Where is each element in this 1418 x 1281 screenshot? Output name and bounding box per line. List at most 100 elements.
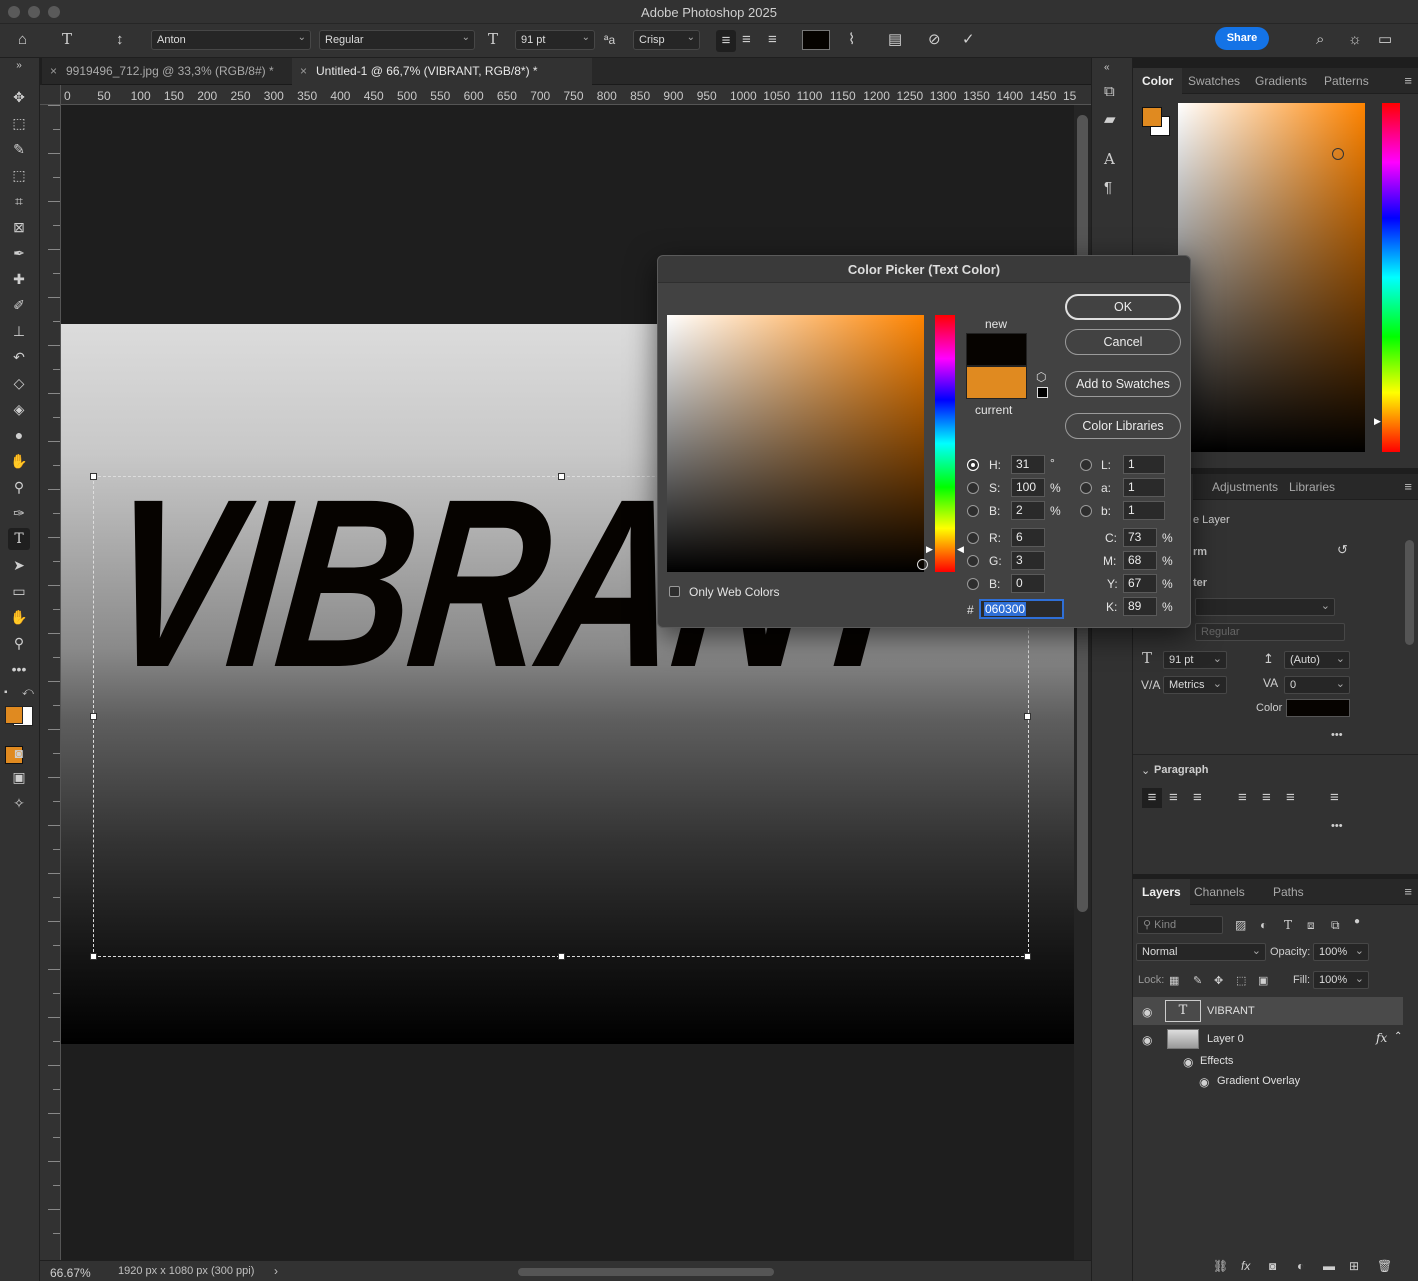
hue-field[interactable]: 31 — [1011, 455, 1045, 474]
quick-mask-icon[interactable]: ◙ — [8, 742, 30, 764]
lock-position-icon[interactable]: ✥ — [1214, 974, 1223, 989]
align-left-icon[interactable]: ≡ — [716, 30, 736, 52]
props-font-style-select[interactable]: Regular — [1195, 623, 1345, 641]
tab-document-2[interactable]: × Untitled-1 @ 66,7% (VIBRANT, RGB/8*) * — [292, 58, 592, 85]
green-radio[interactable] — [967, 555, 979, 567]
b-channel-radio[interactable] — [1080, 505, 1092, 517]
character-icon[interactable]: A — [1104, 152, 1115, 167]
justify-all-icon[interactable]: ≡ — [1330, 790, 1339, 805]
tab-adjustments[interactable]: Adjustments — [1203, 474, 1287, 500]
filter-shape-icon[interactable]: ⧈ — [1307, 918, 1315, 933]
web-safe-icon[interactable] — [1037, 387, 1048, 398]
new-layer-icon[interactable]: ⊞ — [1349, 1259, 1359, 1274]
path-selection-tool-icon[interactable]: ➤ — [8, 554, 30, 576]
eraser-tool-icon[interactable]: ◇ — [8, 372, 30, 394]
font-family-select[interactable]: Anton ⌄ — [151, 30, 311, 50]
type-tool-icon[interactable]: T — [8, 528, 30, 550]
props-color-swatch[interactable] — [1286, 699, 1350, 717]
filter-adjustment-icon[interactable]: ◐ — [1260, 918, 1267, 933]
kerning-field[interactable]: Metrics ⌄ — [1163, 676, 1227, 694]
close-icon[interactable]: × — [300, 58, 307, 85]
new-group-icon[interactable]: ▬ — [1323, 1259, 1335, 1274]
gamut-warning-icon[interactable]: ⬡ — [1036, 370, 1046, 384]
tab-paths[interactable]: Paths — [1264, 879, 1313, 905]
cyan-field[interactable]: 73 — [1123, 528, 1157, 547]
healing-brush-tool-icon[interactable]: ✚ — [8, 268, 30, 290]
panel-menu-icon[interactable]: ≡ — [1404, 884, 1412, 899]
properties-scrollbar-thumb[interactable] — [1405, 540, 1414, 645]
move-tool-icon[interactable]: ✥ — [8, 86, 30, 108]
close-icon[interactable]: × — [50, 58, 57, 85]
a-channel-field[interactable]: 1 — [1123, 478, 1165, 497]
add-to-swatches-button[interactable]: Add to Swatches — [1065, 371, 1181, 397]
screen-mode-icon[interactable]: ▣ — [8, 766, 30, 788]
saturation-brightness-field[interactable] — [667, 315, 928, 572]
red-radio[interactable] — [967, 532, 979, 544]
object-selection-tool-icon[interactable]: ⬚ — [8, 164, 30, 186]
status-menu-arrow[interactable]: › — [274, 1264, 278, 1278]
para-align-left-icon[interactable]: ≡ — [1142, 788, 1162, 808]
text-color-swatch[interactable] — [802, 30, 830, 50]
justify-right-icon[interactable]: ≡ — [1286, 790, 1295, 805]
add-mask-icon[interactable]: ◙ — [1269, 1259, 1276, 1274]
filter-smart-object-icon[interactable]: ⧉ — [1331, 918, 1340, 933]
character-more-button[interactable]: ••• — [1331, 729, 1343, 741]
visibility-eye-icon[interactable]: ◉ — [1199, 1075, 1209, 1089]
para-align-right-icon[interactable]: ≡ — [1193, 790, 1202, 805]
hue-slider[interactable] — [935, 315, 955, 572]
dodge-tool-icon[interactable]: ⚲ — [8, 476, 30, 498]
layer-row-vibrant[interactable]: ◉ T VIBRANT — [1133, 997, 1403, 1025]
adjustment-layer-icon[interactable]: ◐ — [1297, 1259, 1304, 1274]
home-icon[interactable]: ⌂ — [18, 32, 27, 47]
justify-center-icon[interactable]: ≡ — [1262, 790, 1271, 805]
hue-radio[interactable] — [967, 459, 979, 471]
hue-strip[interactable] — [1382, 103, 1400, 452]
cancel-button[interactable]: Cancel — [1065, 329, 1181, 355]
transform-handle[interactable] — [558, 953, 565, 960]
saturation-field[interactable]: 100 — [1011, 478, 1045, 497]
layer-row-layer-0[interactable]: ◉ Layer 0 fx ⌃ — [1133, 1025, 1403, 1053]
fill-field[interactable]: 100% ⌄ — [1313, 971, 1369, 989]
crop-tool-icon[interactable]: ⌗ — [8, 190, 30, 212]
delete-layer-icon[interactable]: 🗑 — [1377, 1259, 1392, 1274]
generative-icon[interactable]: ✧ — [8, 792, 30, 814]
tab-layers[interactable]: Layers — [1133, 879, 1190, 905]
search-icon[interactable]: ⌕ — [1316, 32, 1324, 47]
tab-document-1[interactable]: × 9919496_712.jpg @ 33,3% (RGB/8#) * — [42, 58, 292, 85]
justify-left-icon[interactable]: ≡ — [1238, 790, 1247, 805]
share-button[interactable]: Share — [1215, 27, 1269, 50]
history-brush-tool-icon[interactable]: ↶ — [8, 346, 30, 368]
workspace-icon[interactable]: ▭ — [1378, 32, 1392, 47]
brush-tool-icon[interactable]: ✐ — [8, 294, 30, 316]
hue-marker-icon[interactable]: ▶ — [1374, 416, 1381, 427]
align-right-icon[interactable]: ≡ — [768, 32, 777, 47]
frame-tool-icon[interactable]: ⊠ — [8, 216, 30, 238]
only-web-colors-checkbox[interactable] — [669, 586, 680, 597]
layer-name[interactable]: VIBRANT — [1207, 1005, 1255, 1017]
add-style-icon[interactable]: fx — [1241, 1259, 1250, 1274]
transform-handle[interactable] — [90, 953, 97, 960]
transform-handle[interactable] — [1024, 953, 1031, 960]
rectangle-tool-icon[interactable]: ▭ — [8, 580, 30, 602]
lock-artboard-icon[interactable]: ⬚ — [1236, 974, 1246, 989]
toggle-text-orientation-icon[interactable]: ↕ — [116, 32, 124, 47]
tab-gradients[interactable]: Gradients — [1246, 68, 1316, 94]
transform-handle[interactable] — [558, 473, 565, 480]
collapse-toolbar-icon[interactable]: » — [8, 60, 30, 72]
transform-section-header[interactable]: rm — [1193, 546, 1207, 558]
props-font-family-select[interactable]: ⌄ — [1195, 598, 1335, 616]
saturation-radio[interactable] — [967, 482, 979, 494]
paragraph-icon[interactable]: ¶ — [1104, 180, 1112, 195]
default-colors-icon[interactable]: ▪ — [4, 687, 8, 698]
pen-tool-icon[interactable]: ✑ — [8, 502, 30, 524]
quick-selection-tool-icon[interactable]: ✎ — [8, 138, 30, 160]
color-field-marker[interactable] — [1332, 148, 1344, 160]
character-panel-icon[interactable]: ▤ — [888, 32, 902, 47]
link-layers-icon[interactable]: ⛓ — [1213, 1259, 1228, 1274]
tab-swatches[interactable]: Swatches — [1179, 68, 1249, 94]
cancel-edits-icon[interactable]: ⊘ — [928, 32, 941, 47]
type-tool-preset-icon[interactable]: T — [62, 32, 72, 47]
paint-bucket-tool-icon[interactable]: ◈ — [8, 398, 30, 420]
hand-tool-icon[interactable]: ✋ — [8, 606, 30, 628]
effects-row[interactable]: ◉ Effects — [1133, 1053, 1403, 1073]
